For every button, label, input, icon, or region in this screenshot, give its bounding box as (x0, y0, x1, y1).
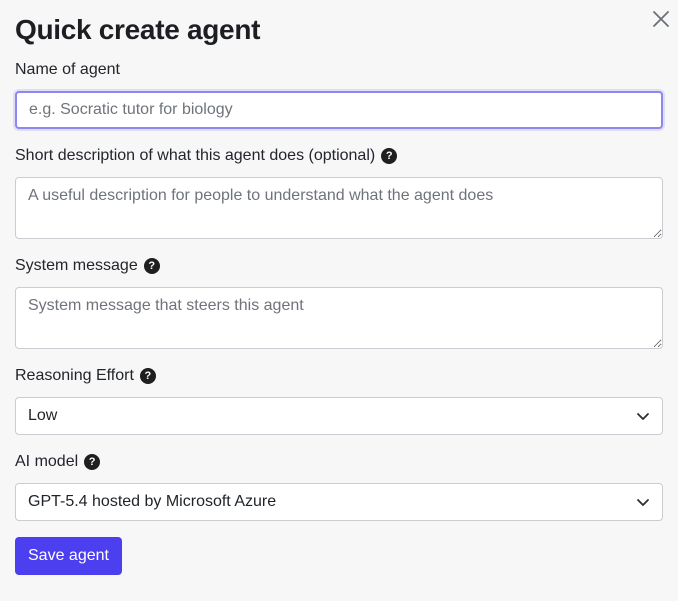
ai-model-select[interactable]: GPT-5.4 hosted by Microsoft Azure (15, 483, 663, 521)
system-message-textarea[interactable] (15, 287, 663, 349)
description-textarea[interactable] (15, 177, 663, 239)
system-message-label: System message ? (15, 257, 160, 275)
question-icon[interactable]: ? (381, 148, 398, 164)
chevron-down-icon (637, 413, 649, 420)
save-agent-button[interactable]: Save agent (15, 537, 122, 575)
close-icon[interactable] (650, 8, 672, 30)
dialog-title: Quick create agent (15, 14, 261, 45)
question-icon[interactable]: ? (84, 454, 101, 470)
description-label: Short description of what this agent doe… (15, 147, 398, 165)
question-icon[interactable]: ? (143, 258, 160, 274)
ai-model-value: GPT-5.4 hosted by Microsoft Azure (28, 493, 277, 510)
chevron-down-icon (637, 499, 649, 506)
quick-create-agent-dialog: Quick create agent Name of agent Short d… (0, 0, 678, 601)
ai-model-label-text: AI model (15, 453, 79, 470)
reasoning-effort-value: Low (28, 407, 58, 424)
system-message-label-text: System message (15, 257, 138, 274)
description-label-text: Short description of what this agent doe… (15, 147, 376, 164)
reasoning-effort-label: Reasoning Effort ? (15, 367, 156, 385)
agent-name-input[interactable] (15, 91, 663, 129)
reasoning-effort-label-text: Reasoning Effort (15, 367, 134, 384)
ai-model-label: AI model ? (15, 453, 101, 471)
question-icon[interactable]: ? (139, 368, 156, 384)
name-label-text: Name of agent (15, 61, 120, 78)
name-label: Name of agent (15, 61, 120, 79)
reasoning-effort-select[interactable]: Low (15, 397, 663, 435)
